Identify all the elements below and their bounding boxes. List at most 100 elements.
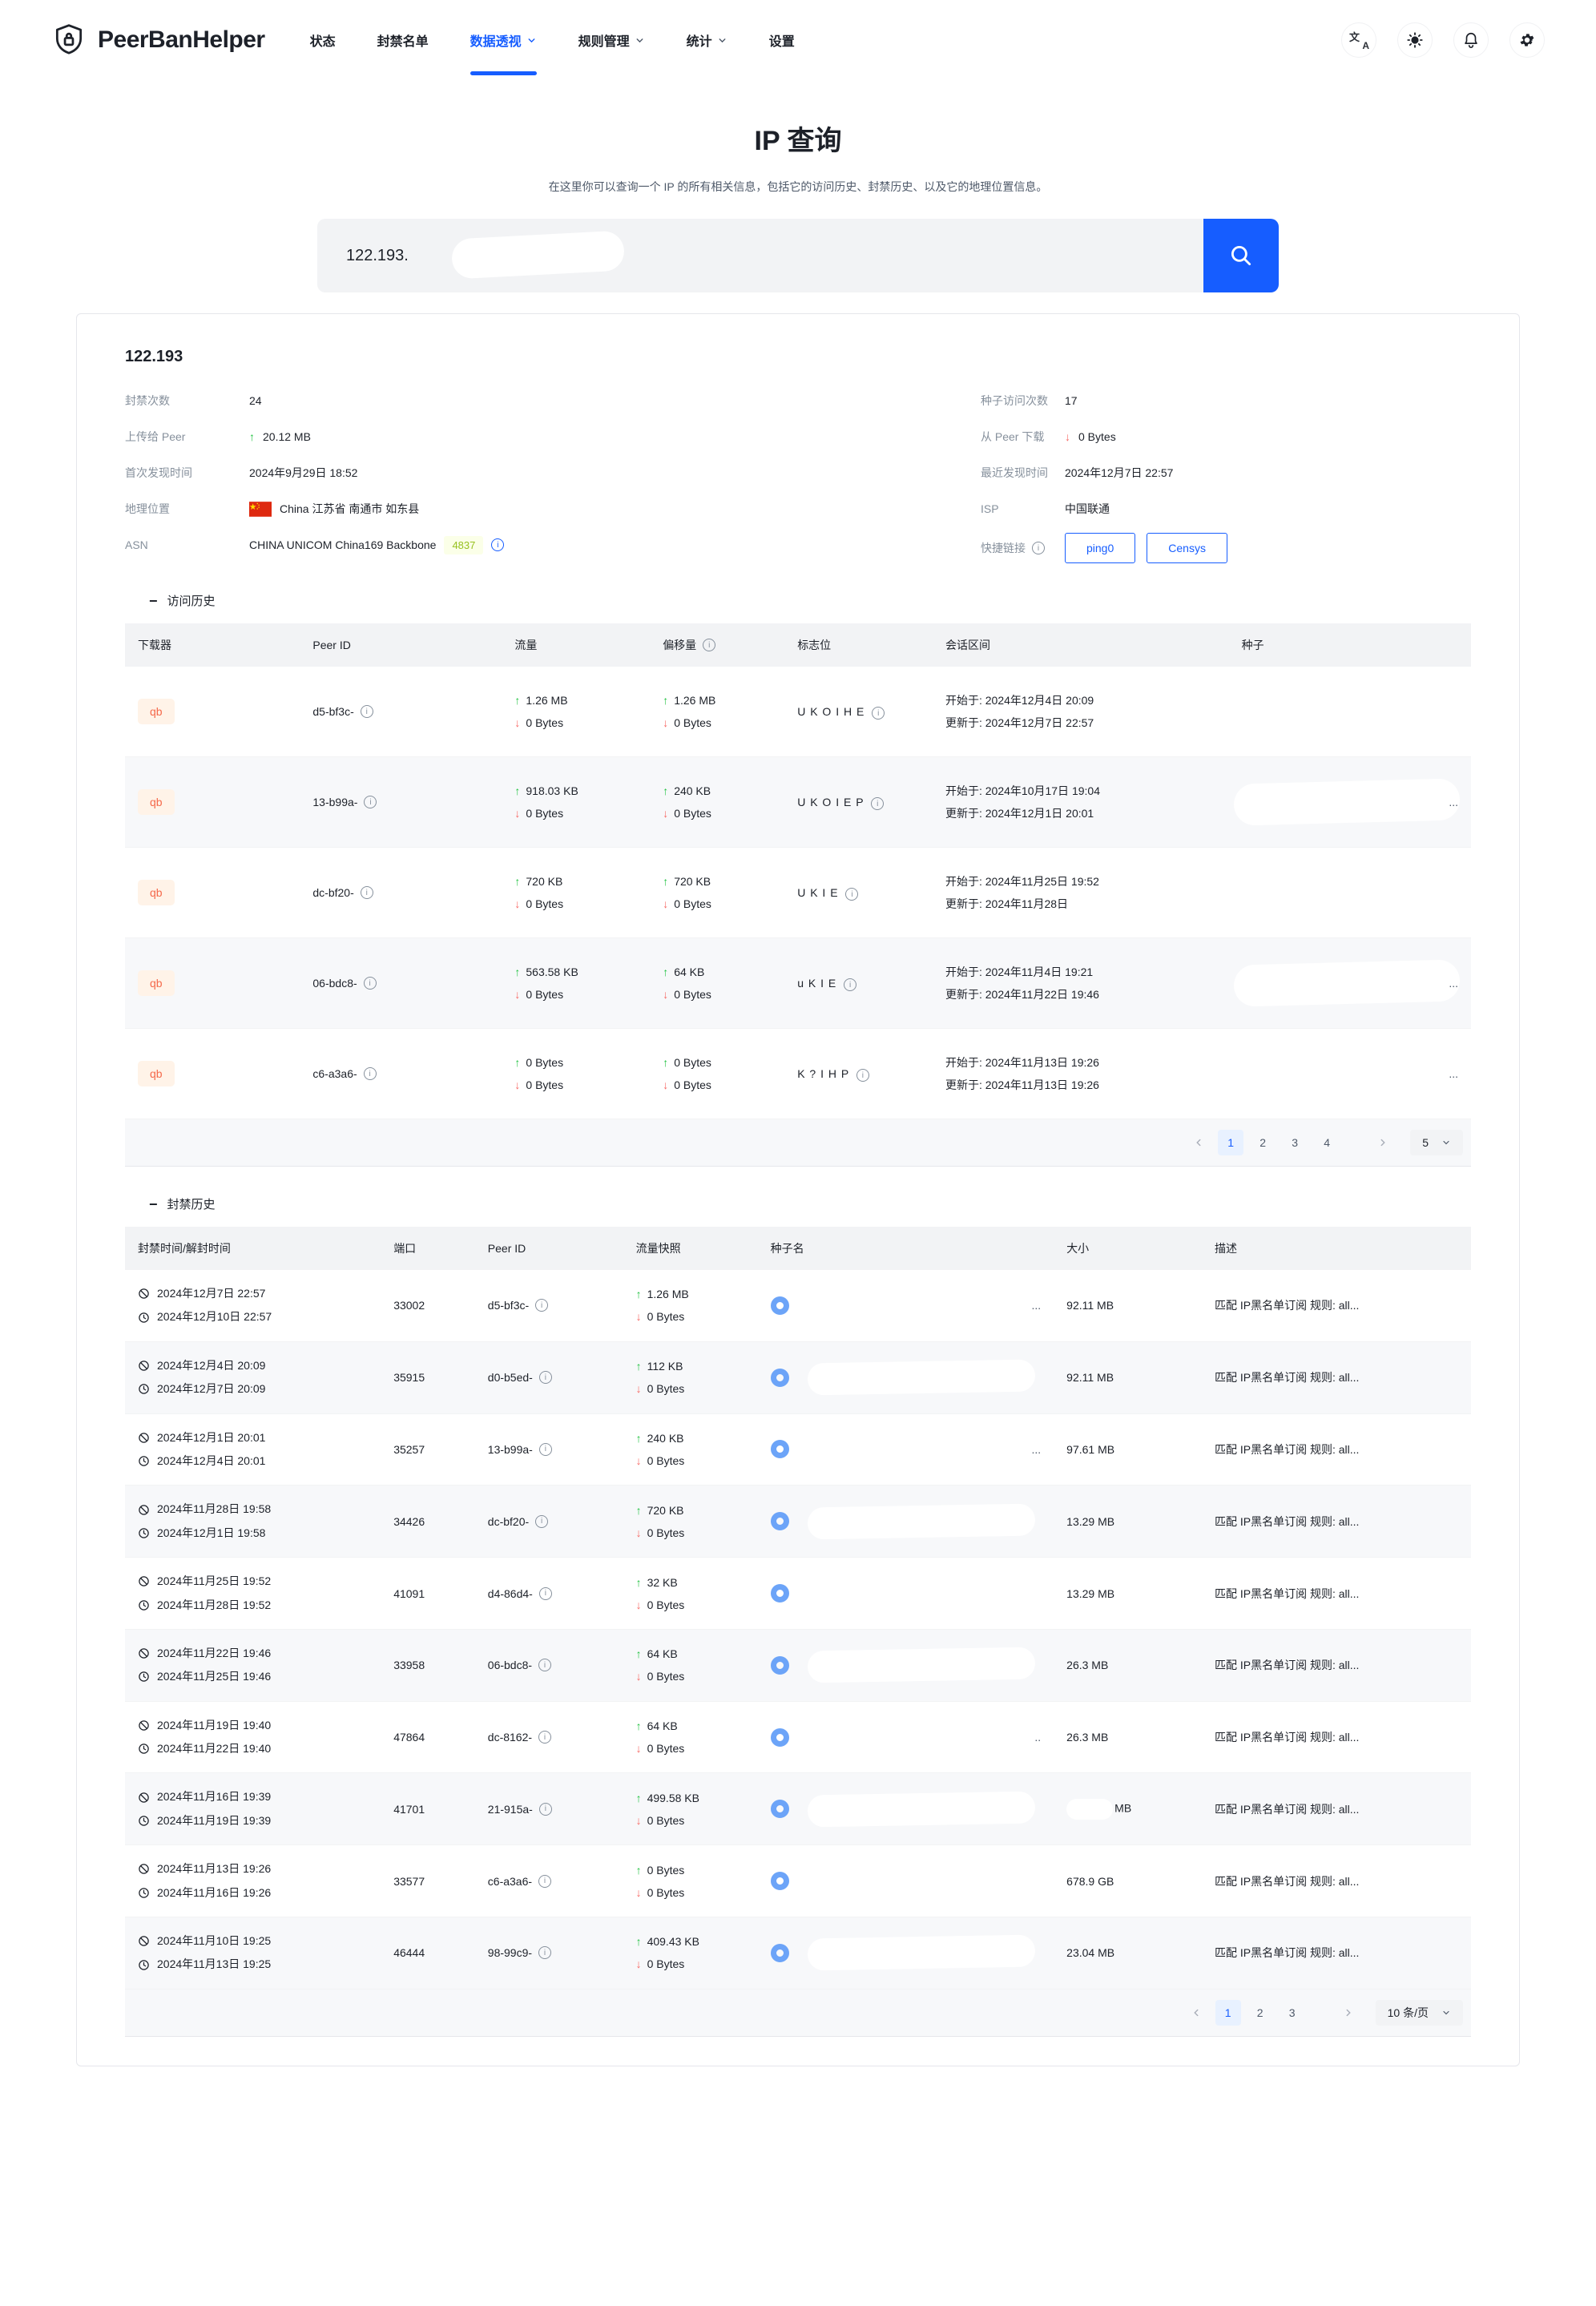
col-session: 会话区间 (933, 623, 1229, 667)
theme-toggle-button[interactable] (1397, 22, 1433, 58)
torrent-link-icon[interactable] (771, 1728, 789, 1747)
prev-page-button[interactable] (1186, 1130, 1211, 1155)
info-icon[interactable] (539, 1587, 552, 1600)
up-arrow-icon: ↑ (663, 1056, 668, 1069)
info-icon[interactable] (845, 888, 858, 901)
info-icon[interactable] (1032, 542, 1045, 554)
info-icon[interactable] (538, 1875, 551, 1888)
torrent-link-icon[interactable] (771, 1440, 789, 1458)
info-icon[interactable] (361, 886, 373, 899)
ban-history-section-toggle[interactable]: − 封禁历史 (149, 1195, 1471, 1212)
session-update: 更新于: 2024年12月1日 20:01 (945, 802, 1216, 824)
info-icon[interactable] (491, 538, 504, 551)
search-button[interactable] (1203, 219, 1279, 292)
page-size-select[interactable]: 5 (1410, 1130, 1463, 1155)
down-arrow-icon: ↓ (514, 897, 520, 910)
torrent-link-icon[interactable] (771, 1369, 789, 1387)
page-number-button[interactable]: 1 (1215, 2000, 1241, 2026)
info-icon[interactable] (535, 1299, 548, 1312)
page-number-button[interactable]: 2 (1247, 2000, 1273, 2026)
info-icon[interactable] (364, 1067, 377, 1080)
torrent-link-icon[interactable] (771, 1944, 789, 1962)
isp-row: ISP 中国联通 (981, 497, 1471, 521)
info-icon[interactable] (361, 705, 373, 718)
client-badge[interactable]: qb (138, 789, 175, 815)
session-update: 更新于: 2024年11月13日 19:26 (945, 1074, 1216, 1096)
client-badge[interactable]: qb (138, 1061, 175, 1086)
info-icon[interactable] (538, 1946, 551, 1959)
notifications-button[interactable] (1453, 22, 1489, 58)
info-icon[interactable] (844, 978, 856, 991)
info-icon[interactable] (538, 1731, 551, 1744)
download-row: 从 Peer 下载 ↓0 Bytes (981, 425, 1471, 449)
redaction-blob (807, 1935, 1034, 1971)
nav-item[interactable]: 统计 (666, 0, 748, 80)
info-icon[interactable] (364, 977, 377, 990)
next-page-button[interactable] (1336, 2000, 1361, 2026)
torrent-link-icon[interactable] (771, 1296, 789, 1315)
access-history-row: qb 06-bdc8- ↑563.58 KB ↓0 Bytes ↑64 KB ↓… (125, 938, 1471, 1029)
torrent-link-icon[interactable] (771, 1584, 789, 1603)
info-icon[interactable] (535, 1515, 548, 1528)
page-number-button[interactable]: 3 (1280, 2000, 1305, 2026)
censys-link-button[interactable]: Censys (1147, 533, 1227, 563)
settings-button[interactable] (1509, 22, 1545, 58)
port: 33002 (381, 1270, 475, 1341)
up-arrow-icon: ↑ (663, 875, 668, 888)
ban-time: 2024年11月25日 19:52 (157, 1570, 271, 1593)
language-button[interactable]: 文A (1341, 22, 1376, 58)
ping0-link-button[interactable]: ping0 (1065, 533, 1135, 563)
client-badge[interactable]: qb (138, 699, 175, 724)
sun-icon (1406, 31, 1424, 49)
ban-icon (138, 1575, 150, 1587)
down-arrow-icon: ↓ (636, 1310, 642, 1323)
col-port: 端口 (381, 1227, 475, 1270)
info-icon[interactable] (871, 797, 884, 810)
page-size-select[interactable]: 10 条/页 (1376, 2000, 1463, 2026)
up-arrow-icon: ↑ (663, 694, 668, 707)
redaction-blob (807, 1791, 1034, 1827)
next-page-button[interactable] (1370, 1130, 1396, 1155)
page-number-button[interactable]: 4 (1314, 1130, 1340, 1155)
unban-time: 2024年11月13日 19:25 (157, 1953, 271, 1976)
nav-item[interactable]: 规则管理 (558, 0, 666, 80)
page-number-button[interactable]: 1 (1218, 1130, 1243, 1155)
up-arrow-icon: ↑ (636, 1360, 642, 1373)
ban-icon (138, 1504, 150, 1516)
torrent-name: ... (1242, 977, 1458, 990)
session-start: 开始于: 2024年11月13日 19:26 (945, 1051, 1216, 1074)
info-icon[interactable] (539, 1803, 552, 1816)
torrent-link-icon[interactable] (771, 1800, 789, 1818)
info-icon[interactable] (872, 707, 885, 720)
prev-page-button[interactable] (1183, 2000, 1209, 2026)
ban-time: 2024年11月13日 19:26 (157, 1857, 271, 1881)
torrent-link-icon[interactable] (771, 1512, 789, 1530)
info-icon[interactable] (539, 1371, 552, 1384)
torrent-size: 23.04 MB (1066, 1946, 1114, 1959)
ban-history-row: 2024年11月28日 19:58 2024年12月1日 19:58 34426… (125, 1486, 1471, 1558)
app-logo[interactable]: PeerBanHelper (51, 22, 265, 58)
torrent-link-icon[interactable] (771, 1656, 789, 1675)
ban-description: 匹配 IP黑名单订阅 规则: all... (1202, 1845, 1471, 1917)
client-badge[interactable]: qb (138, 970, 175, 996)
nav-item[interactable]: 状态 (289, 0, 357, 80)
nav-item[interactable]: 数据透视 (449, 0, 558, 80)
up-arrow-icon: ↑ (636, 1432, 642, 1445)
access-history-section-toggle[interactable]: − 访问历史 (149, 592, 1471, 609)
info-icon[interactable] (539, 1443, 552, 1456)
torrent-link-icon[interactable] (771, 1872, 789, 1890)
asn-number-badge[interactable]: 4837 (444, 536, 483, 554)
ban-time: 2024年12月4日 20:09 (157, 1354, 265, 1377)
info-icon[interactable] (856, 1069, 869, 1082)
info-icon[interactable] (703, 639, 715, 651)
nav-item[interactable]: 设置 (748, 0, 816, 80)
page-number-button[interactable]: 3 (1282, 1130, 1308, 1155)
client-badge[interactable]: qb (138, 880, 175, 905)
down-arrow-icon: ↓ (636, 1814, 642, 1827)
unban-time: 2024年12月1日 19:58 (157, 1522, 265, 1545)
page-number-button[interactable]: 2 (1250, 1130, 1276, 1155)
ip-search-input[interactable] (317, 219, 1203, 292)
info-icon[interactable] (538, 1659, 551, 1671)
info-icon[interactable] (364, 796, 377, 808)
nav-item[interactable]: 封禁名单 (357, 0, 449, 80)
